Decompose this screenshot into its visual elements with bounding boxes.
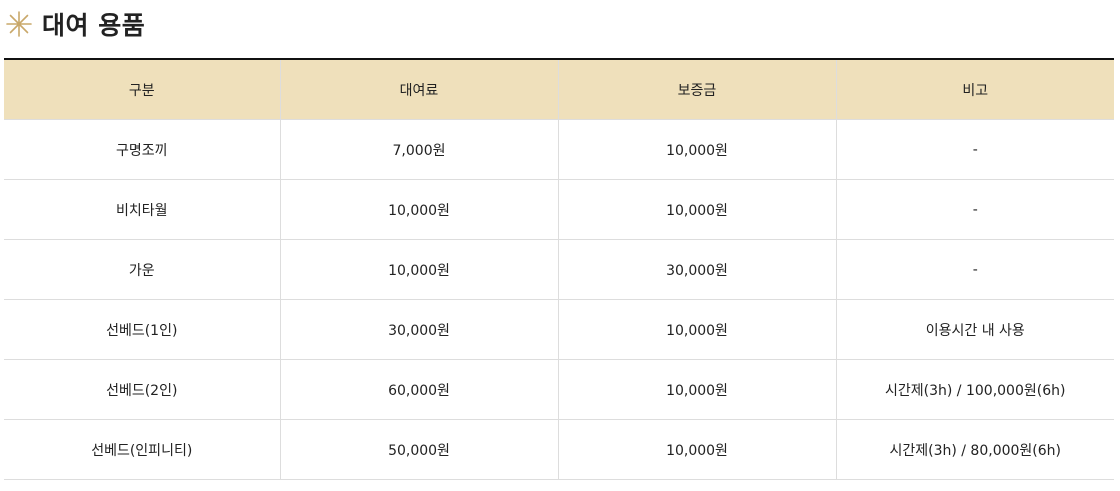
cell-rental-fee: 10,000원 bbox=[280, 179, 559, 240]
column-header-note: 비고 bbox=[836, 59, 1114, 120]
table-header-row: 구분 대여료 보증금 비고 bbox=[4, 59, 1114, 120]
cell-note: 시간제(3h) / 80,000원(6h) bbox=[836, 419, 1114, 480]
cell-note: - bbox=[836, 239, 1114, 300]
cell-deposit: 10,000원 bbox=[558, 119, 837, 180]
cell-deposit: 10,000원 bbox=[558, 179, 837, 240]
cell-rental-fee: 7,000원 bbox=[280, 119, 559, 180]
rental-items-table: 구분 대여료 보증금 비고 구명조끼 7,000원 10,000원 - 비치타월… bbox=[4, 58, 1114, 480]
page-title: 대여 용품 bbox=[42, 11, 146, 40]
cell-rental-fee: 30,000원 bbox=[280, 299, 559, 360]
cell-note: - bbox=[836, 119, 1114, 180]
table-row: 선베드(인피니티) 50,000원 10,000원 시간제(3h) / 80,0… bbox=[4, 419, 1114, 480]
cell-category: 선베드(2인) bbox=[4, 359, 281, 420]
section-header: 대여 용품 bbox=[6, 4, 145, 44]
table-row: 선베드(1인) 30,000원 10,000원 이용시간 내 사용 bbox=[4, 299, 1114, 360]
column-header-rental-fee: 대여료 bbox=[280, 59, 559, 120]
cell-category: 비치타월 bbox=[4, 179, 281, 240]
cell-deposit: 10,000원 bbox=[558, 359, 837, 420]
cell-rental-fee: 60,000원 bbox=[280, 359, 559, 420]
cell-rental-fee: 50,000원 bbox=[280, 419, 559, 480]
sparkle-icon bbox=[6, 11, 32, 37]
cell-category: 구명조끼 bbox=[4, 119, 281, 180]
column-header-deposit: 보증금 bbox=[558, 59, 837, 120]
cell-note: 이용시간 내 사용 bbox=[836, 299, 1114, 360]
cell-category: 선베드(1인) bbox=[4, 299, 281, 360]
cell-rental-fee: 10,000원 bbox=[280, 239, 559, 300]
table-row: 선베드(2인) 60,000원 10,000원 시간제(3h) / 100,00… bbox=[4, 359, 1114, 420]
column-header-category: 구분 bbox=[4, 59, 281, 120]
cell-note: - bbox=[836, 179, 1114, 240]
table-row: 구명조끼 7,000원 10,000원 - bbox=[4, 119, 1114, 180]
cell-deposit: 10,000원 bbox=[558, 419, 837, 480]
table-row: 비치타월 10,000원 10,000원 - bbox=[4, 179, 1114, 240]
table-row: 가운 10,000원 30,000원 - bbox=[4, 239, 1114, 300]
cell-deposit: 30,000원 bbox=[558, 239, 837, 300]
cell-deposit: 10,000원 bbox=[558, 299, 837, 360]
cell-category: 선베드(인피니티) bbox=[4, 419, 281, 480]
cell-category: 가운 bbox=[4, 239, 281, 300]
cell-note: 시간제(3h) / 100,000원(6h) bbox=[836, 359, 1114, 420]
